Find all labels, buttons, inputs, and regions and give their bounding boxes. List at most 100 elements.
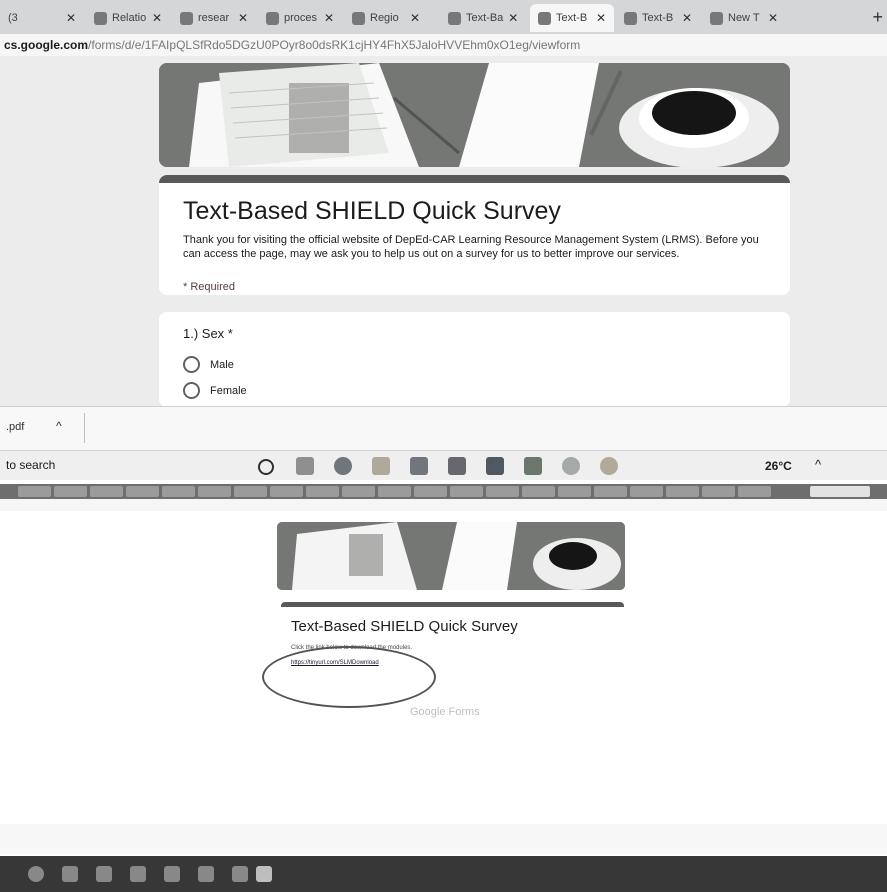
browser-tab[interactable] [342,486,375,497]
browser-tab[interactable]: Text-Ba ✕ [440,4,524,32]
favicon-icon [94,11,107,25]
task-view-icon[interactable] [258,459,274,475]
edge-icon[interactable] [334,457,352,475]
browser-tab[interactable] [666,486,699,497]
option-female[interactable]: Female [183,382,247,399]
form-header-image [159,63,790,167]
close-tab-icon[interactable]: ✕ [596,11,606,25]
browser-tab-active[interactable]: Text-B ✕ [530,4,614,32]
weather-temperature[interactable]: 26°C [765,459,792,473]
browser-tab[interactable]: Text-B ✕ [616,4,700,32]
tab-label: (3 [8,12,18,24]
browser-tab[interactable] [270,486,303,497]
forms-icon [624,11,637,25]
browser-tab-bar [0,484,887,499]
url-path: /forms/d/e/1FAIpQLSfRdo5DGzU0POyr8o0dsRK… [88,38,581,52]
edge-icon[interactable] [62,866,78,882]
close-tab-icon[interactable]: ✕ [768,11,778,25]
browser-tab[interactable]: resear ✕ [172,4,256,32]
app-icon[interactable] [232,866,248,882]
close-tab-icon[interactable]: ✕ [508,11,518,25]
radio-button[interactable] [183,382,200,399]
widgets-icon[interactable] [296,457,314,475]
option-label: Male [210,358,234,371]
tab-label: Regio [370,12,399,24]
browser-tab[interactable] [90,486,123,497]
option-label: Female [210,384,247,397]
browser-tab[interactable] [306,486,339,497]
option-male[interactable]: Male [183,356,234,373]
download-file-name[interactable]: .pdf [6,421,24,433]
tab-label: Text-Ba [466,12,504,24]
download-bar: .pdf ^ [0,406,887,451]
required-note: * Required [183,281,235,293]
excel-icon[interactable] [524,457,542,475]
browser-tab[interactable] [18,486,51,497]
browser-tab-bar: (3 ✕ Relatio ✕ resear ✕ proces ✕ Regio ✕ Text… [0,0,887,34]
globe-icon [266,11,279,25]
chrome-icon[interactable] [600,457,618,475]
browser-tab[interactable] [414,486,447,497]
browser-tab[interactable]: Relatio ✕ [86,4,170,32]
taskbar-search[interactable]: to search [6,458,55,472]
browser-icon[interactable] [562,457,580,475]
close-tab-icon[interactable]: ✕ [682,11,692,25]
start-icon[interactable] [28,866,44,882]
tab-label: Relatio [112,12,147,24]
google-icon [180,11,193,25]
app-icon[interactable] [448,457,466,475]
tab-label: proces [284,12,318,24]
browser-tab[interactable] [198,486,231,497]
tab-label: Text-B [642,12,674,24]
browser-tab[interactable] [486,486,519,497]
browser-tab[interactable]: New T ✕ [702,4,786,32]
browser-tab[interactable] [126,486,159,497]
browser-tab[interactable] [54,486,87,497]
address-bar[interactable] [0,499,887,511]
highlight-circle [262,646,436,708]
new-tab-icon[interactable]: + [872,7,883,28]
file-explorer-icon[interactable] [372,457,390,475]
browser-tab[interactable] [702,486,735,497]
form-header-image [277,522,625,590]
top-screenshot: (3 ✕ Relatio ✕ resear ✕ proces ✕ Regio ✕ Text… [0,0,887,480]
app-icon[interactable] [164,866,180,882]
close-tab-icon[interactable]: ✕ [238,11,248,25]
browser-tab[interactable] [522,486,555,497]
tab-label: Text-B [556,12,588,24]
browser-tab[interactable] [594,486,627,497]
browser-tab[interactable] [234,486,267,497]
browser-tab[interactable]: proces ✕ [258,4,342,32]
form-title-card: Text-Based SHIELD Quick Survey Thank you… [159,175,790,295]
address-bar[interactable]: cs.google.com/forms/d/e/1FAIpQLSfRdo5DGz… [0,34,887,56]
browser-tab[interactable] [630,486,663,497]
browser-tab-active[interactable] [810,486,870,497]
windows-taskbar: to search 26°C ^ [0,450,887,480]
globe-icon [352,11,365,25]
close-tab-icon[interactable]: ✕ [410,11,420,25]
close-tab-icon[interactable]: ✕ [324,11,334,25]
bottom-screenshot: Text-Based SHIELD Quick Survey Click the… [0,484,887,892]
app-icon[interactable] [130,866,146,882]
mail-icon[interactable] [410,457,428,475]
chevron-up-icon[interactable]: ^ [56,419,62,433]
close-tab-icon[interactable]: ✕ [152,11,162,25]
form-description: Thank you for visiting the official webs… [183,234,759,260]
close-tab-icon[interactable]: ✕ [66,11,76,25]
file-explorer-icon[interactable] [96,866,112,882]
browser-tab[interactable] [162,486,195,497]
chevron-up-icon[interactable]: ^ [815,457,821,472]
chrome-icon[interactable] [198,866,214,882]
form-title: Text-Based SHIELD Quick Survey [291,618,518,635]
browser-tab[interactable] [450,486,483,497]
browser-tab[interactable] [558,486,591,497]
form-title: Text-Based SHIELD Quick Survey [183,197,561,225]
radio-button[interactable] [183,356,200,373]
forms-icon [538,11,551,25]
browser-tab[interactable] [378,486,411,497]
browser-tab[interactable]: Regio ✕ [344,4,428,32]
word-icon[interactable] [486,457,504,475]
browser-tab[interactable]: (3 ✕ [0,4,84,32]
browser-tab[interactable] [738,486,771,497]
word-icon[interactable] [256,866,272,882]
